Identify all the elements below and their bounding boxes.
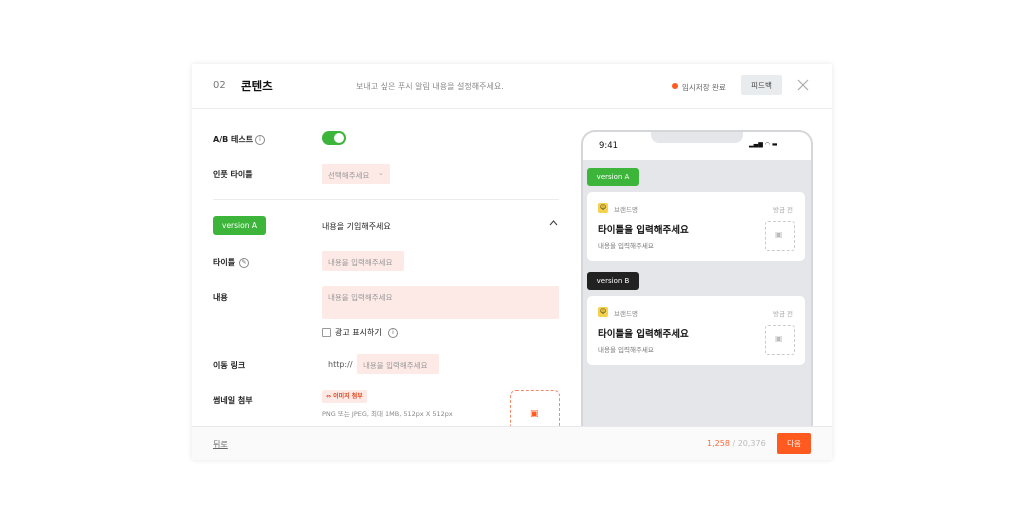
section-divider [213, 199, 559, 200]
image-icon: ▣ [530, 409, 539, 419]
ab-test-toggle[interactable] [322, 131, 346, 145]
inapp-title-label: 인풋 타이틀 [213, 170, 253, 179]
ad-checkbox-label: 광고 표시하기 [335, 328, 382, 337]
ab-test-label: A/B 테스트 [213, 135, 254, 144]
thumb-label: 썸네일 첨부 [213, 396, 253, 405]
title-placeholder: 내용을 입력해주세요 [328, 258, 393, 267]
image-icon: ▣ [775, 334, 783, 343]
version-a-summary: 내용을 기입해주세요 [322, 222, 391, 231]
preview-version-b-badge: version B [587, 272, 639, 290]
phone-notch [651, 132, 743, 143]
feedback-button[interactable]: 피드백 [741, 75, 782, 95]
phone-preview: 9:41 ▂▄▆ ◠ ▬ version A ☺ 브랜드명 방금 전 타이틀을 … [581, 130, 813, 432]
image-icon: ▣ [775, 230, 783, 239]
preview-version-a-badge: version A [587, 168, 639, 186]
count-total: / 20,376 [732, 439, 766, 448]
send-count: 1,258 / 20,376 [707, 439, 766, 448]
link-prefix: http:// [328, 360, 353, 369]
title-input[interactable]: 내용을 입력해주세요 [322, 251, 404, 271]
page-title: 콘텐츠 [241, 79, 273, 93]
close-icon[interactable] [795, 76, 811, 94]
modal-header: 02 콘텐츠 보내고 싶은 푸시 알림 내용을 설정해주세요. 임시저장 완료 … [192, 64, 832, 109]
link-placeholder: 내용을 입력해주세요 [363, 361, 428, 370]
image-upload-area[interactable]: ▣ [510, 390, 560, 426]
signal-wifi-battery-icon: ▂▄▆ ◠ ▬ [749, 141, 778, 148]
link-input[interactable]: 내용을 입력해주세요 [357, 354, 439, 374]
preview-card-b: ☺ 브랜드명 방금 전 타이틀을 입력해주세요 내용을 입력해주세요 ▣ [587, 296, 805, 365]
thumbnail-placeholder: ▣ [765, 325, 795, 355]
preview-card-a: ☺ 브랜드명 방금 전 타이틀을 입력해주세요 내용을 입력해주세요 ▣ [587, 192, 805, 261]
content-placeholder: 내용을 입력해주세요 [328, 293, 393, 302]
toggle-knob [334, 133, 344, 143]
back-link[interactable]: 뒤로 [213, 439, 228, 450]
phone-time: 9:41 [599, 141, 619, 151]
edit-icon: ✎ [239, 258, 249, 268]
save-status: 임시저장 완료 [682, 83, 726, 92]
page-description: 보내고 싶은 푸시 알림 내용을 설정해주세요. [356, 82, 504, 91]
thumbnail-placeholder: ▣ [765, 221, 795, 251]
brand-icon: ☺ [598, 307, 608, 317]
attach-image-button[interactable]: ⇔ 이미지 첨부 [322, 390, 367, 403]
phone-status-bar: 9:41 ▂▄▆ ◠ ▬ [583, 132, 811, 160]
select-value: 선택해주세요 [328, 171, 370, 180]
info-icon[interactable]: i [388, 328, 398, 338]
title-label: 타이틀 [213, 258, 236, 267]
chevron-down-icon: ⌄ [378, 169, 384, 177]
brand-name: 브랜드명 [614, 206, 638, 214]
inapp-title-select[interactable]: 선택해주세요 ⌄ [322, 164, 390, 184]
version-a-badge[interactable]: version A [213, 216, 266, 235]
chevron-up-icon[interactable] [549, 219, 558, 230]
count-current: 1,258 [707, 439, 730, 448]
brand-icon: ☺ [598, 203, 608, 213]
ad-checkbox[interactable] [322, 328, 331, 337]
card-time: 방금 전 [773, 310, 794, 318]
card-time: 방금 전 [773, 206, 794, 214]
step-number: 02 [213, 80, 226, 91]
content-form: A/B 테스트 i 인풋 타이틀 선택해주세요 ⌄ version A 내용을 … [192, 108, 570, 426]
thumb-hint: PNG 또는 JPEG, 최대 1MB, 512px X 512px [322, 410, 453, 418]
card-body: 내용을 입력해주세요 [598, 242, 654, 250]
save-status-dot [672, 83, 678, 89]
brand-name: 브랜드명 [614, 310, 638, 318]
next-button[interactable]: 다음 [777, 433, 811, 454]
link-label: 이동 링크 [213, 361, 246, 370]
content-textarea[interactable]: 내용을 입력해주세요 [322, 286, 559, 319]
info-icon[interactable]: i [255, 135, 265, 145]
content-label: 내용 [213, 293, 228, 302]
card-title: 타이틀을 입력해주세요 [598, 329, 689, 340]
card-body: 내용을 입력해주세요 [598, 346, 654, 354]
modal-footer: 뒤로 1,258 / 20,376 다음 [192, 426, 832, 460]
card-title: 타이틀을 입력해주세요 [598, 225, 689, 236]
content-modal: 02 콘텐츠 보내고 싶은 푸시 알림 내용을 설정해주세요. 임시저장 완료 … [192, 64, 832, 460]
